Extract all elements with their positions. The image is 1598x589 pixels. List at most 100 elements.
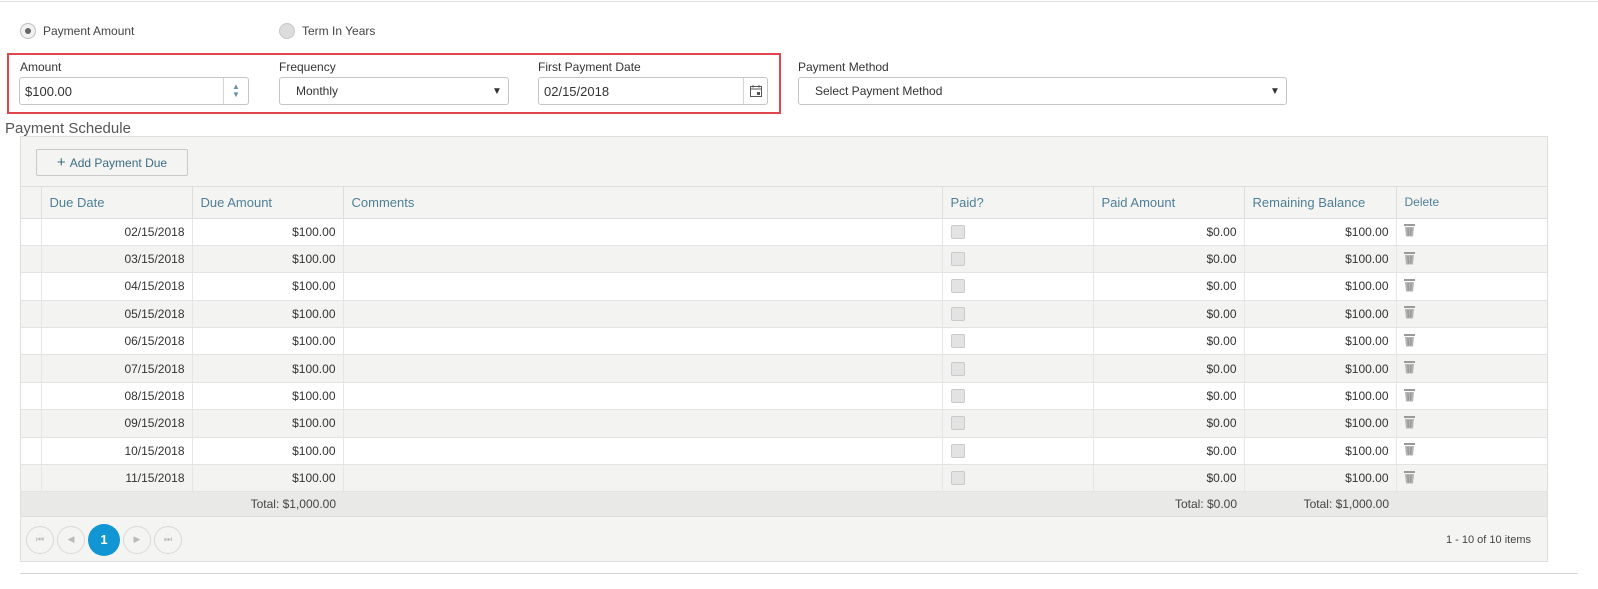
remaining-cell[interactable]: $100.00 bbox=[1243, 300, 1396, 329]
due-amount-cell[interactable]: $100.00 bbox=[191, 464, 343, 493]
delete-cell[interactable] bbox=[1395, 327, 1547, 356]
due-date-cell[interactable]: 03/15/2018 bbox=[40, 245, 192, 274]
remaining-cell[interactable]: $100.00 bbox=[1243, 354, 1396, 383]
prev-page-icon[interactable]: ◀ bbox=[57, 525, 85, 554]
due-amount-cell[interactable]: $100.00 bbox=[191, 245, 343, 274]
paid-checkbox[interactable] bbox=[950, 443, 965, 458]
dropdown-caret-icon[interactable]: ▼ bbox=[1264, 86, 1286, 97]
delete-cell[interactable] bbox=[1395, 245, 1547, 274]
paid-cell[interactable] bbox=[941, 464, 1093, 493]
comments-cell[interactable] bbox=[342, 245, 942, 274]
paid-amount-cell[interactable]: $0.00 bbox=[1092, 409, 1244, 438]
due-date-cell[interactable]: 05/15/2018 bbox=[40, 300, 192, 329]
table-row[interactable]: 08/15/2018 $100.00 $0.00 $100.00 bbox=[21, 382, 1547, 411]
due-date-cell[interactable]: 11/15/2018 bbox=[40, 464, 192, 493]
trash-icon[interactable] bbox=[1403, 278, 1415, 295]
comments-cell[interactable] bbox=[342, 300, 942, 329]
due-amount-cell[interactable]: $100.00 bbox=[191, 437, 343, 466]
delete-cell[interactable] bbox=[1395, 437, 1547, 466]
delete-cell[interactable] bbox=[1395, 300, 1547, 329]
due-date-cell[interactable]: 10/15/2018 bbox=[40, 437, 192, 466]
amount-field[interactable]: $100.00 ▲ ▼ bbox=[19, 77, 249, 105]
add-payment-due-button[interactable]: + Add Payment Due bbox=[36, 149, 188, 176]
due-amount-cell[interactable]: $100.00 bbox=[191, 354, 343, 383]
table-row[interactable]: 03/15/2018 $100.00 $0.00 $100.00 bbox=[21, 245, 1547, 274]
radio-payment-amount[interactable]: Payment Amount bbox=[20, 22, 134, 40]
paid-amount-cell[interactable]: $0.00 bbox=[1092, 464, 1244, 493]
remaining-cell[interactable]: $100.00 bbox=[1243, 409, 1396, 438]
col-comments[interactable]: Comments bbox=[342, 187, 942, 219]
paid-amount-cell[interactable]: $0.00 bbox=[1092, 300, 1244, 329]
paid-checkbox[interactable] bbox=[950, 252, 965, 267]
paid-cell[interactable] bbox=[941, 327, 1093, 356]
remaining-cell[interactable]: $100.00 bbox=[1243, 245, 1396, 274]
paid-amount-cell[interactable]: $0.00 bbox=[1092, 382, 1244, 411]
paid-checkbox[interactable] bbox=[950, 279, 965, 294]
col-due-date[interactable]: Due Date bbox=[40, 187, 192, 219]
col-remaining-balance[interactable]: Remaining Balance bbox=[1243, 187, 1396, 219]
first-payment-date-field[interactable]: 02/15/2018 bbox=[538, 77, 768, 105]
delete-cell[interactable] bbox=[1395, 409, 1547, 438]
trash-icon[interactable] bbox=[1403, 442, 1415, 459]
paid-checkbox[interactable] bbox=[950, 306, 965, 321]
col-paid-amount[interactable]: Paid Amount bbox=[1092, 187, 1244, 219]
paid-checkbox[interactable] bbox=[950, 224, 965, 239]
last-page-icon[interactable]: ⏭ bbox=[154, 525, 182, 554]
trash-icon[interactable] bbox=[1403, 251, 1415, 268]
due-date-cell[interactable]: 09/15/2018 bbox=[40, 409, 192, 438]
paid-cell[interactable] bbox=[941, 300, 1093, 329]
comments-cell[interactable] bbox=[342, 409, 942, 438]
table-row[interactable]: 05/15/2018 $100.00 $0.00 $100.00 bbox=[21, 300, 1547, 329]
col-due-amount[interactable]: Due Amount bbox=[191, 187, 343, 219]
paid-cell[interactable] bbox=[941, 272, 1093, 301]
due-amount-cell[interactable]: $100.00 bbox=[191, 327, 343, 356]
remaining-cell[interactable]: $100.00 bbox=[1243, 464, 1396, 493]
paid-checkbox[interactable] bbox=[950, 361, 965, 376]
trash-icon[interactable] bbox=[1403, 360, 1415, 377]
delete-cell[interactable] bbox=[1395, 218, 1547, 246]
delete-cell[interactable] bbox=[1395, 272, 1547, 301]
due-date-cell[interactable]: 02/15/2018 bbox=[40, 218, 192, 246]
trash-icon[interactable] bbox=[1403, 333, 1415, 350]
spinner-icon[interactable]: ▲ ▼ bbox=[223, 78, 248, 104]
due-date-cell[interactable]: 07/15/2018 bbox=[40, 354, 192, 383]
due-amount-cell[interactable]: $100.00 bbox=[191, 300, 343, 329]
trash-icon[interactable] bbox=[1403, 223, 1415, 240]
paid-cell[interactable] bbox=[941, 437, 1093, 466]
spinner-down-icon[interactable]: ▼ bbox=[232, 91, 240, 99]
delete-cell[interactable] bbox=[1395, 354, 1547, 383]
comments-cell[interactable] bbox=[342, 382, 942, 411]
table-row[interactable]: 07/15/2018 $100.00 $0.00 $100.00 bbox=[21, 354, 1547, 383]
paid-amount-cell[interactable]: $0.00 bbox=[1092, 437, 1244, 466]
table-row[interactable]: 06/15/2018 $100.00 $0.00 $100.00 bbox=[21, 327, 1547, 356]
comments-cell[interactable] bbox=[342, 272, 942, 301]
remaining-cell[interactable]: $100.00 bbox=[1243, 382, 1396, 411]
delete-cell[interactable] bbox=[1395, 382, 1547, 411]
paid-checkbox[interactable] bbox=[950, 334, 965, 349]
comments-cell[interactable] bbox=[342, 437, 942, 466]
radio-term-in-years[interactable]: Term In Years bbox=[279, 22, 375, 40]
paid-amount-cell[interactable]: $0.00 bbox=[1092, 272, 1244, 301]
paid-cell[interactable] bbox=[941, 354, 1093, 383]
comments-cell[interactable] bbox=[342, 464, 942, 493]
first-payment-date-value[interactable]: 02/15/2018 bbox=[539, 84, 743, 99]
paid-cell[interactable] bbox=[941, 382, 1093, 411]
payment-method-select[interactable]: Select Payment Method ▼ bbox=[798, 77, 1287, 105]
comments-cell[interactable] bbox=[342, 327, 942, 356]
remaining-cell[interactable]: $100.00 bbox=[1243, 272, 1396, 301]
paid-checkbox[interactable] bbox=[950, 471, 965, 486]
col-paid[interactable]: Paid? bbox=[941, 187, 1093, 219]
current-page-button[interactable]: 1 bbox=[88, 523, 120, 556]
paid-amount-cell[interactable]: $0.00 bbox=[1092, 218, 1244, 246]
first-page-icon[interactable]: ⏮ bbox=[26, 525, 54, 554]
frequency-select[interactable]: Monthly ▼ bbox=[279, 77, 509, 105]
table-row[interactable]: 10/15/2018 $100.00 $0.00 $100.00 bbox=[21, 437, 1547, 466]
delete-cell[interactable] bbox=[1395, 464, 1547, 493]
paid-cell[interactable] bbox=[941, 245, 1093, 274]
paid-cell[interactable] bbox=[941, 409, 1093, 438]
paid-amount-cell[interactable]: $0.00 bbox=[1092, 327, 1244, 356]
remaining-cell[interactable]: $100.00 bbox=[1243, 218, 1396, 246]
due-date-cell[interactable]: 08/15/2018 bbox=[40, 382, 192, 411]
due-amount-cell[interactable]: $100.00 bbox=[191, 409, 343, 438]
paid-checkbox[interactable] bbox=[950, 416, 965, 431]
